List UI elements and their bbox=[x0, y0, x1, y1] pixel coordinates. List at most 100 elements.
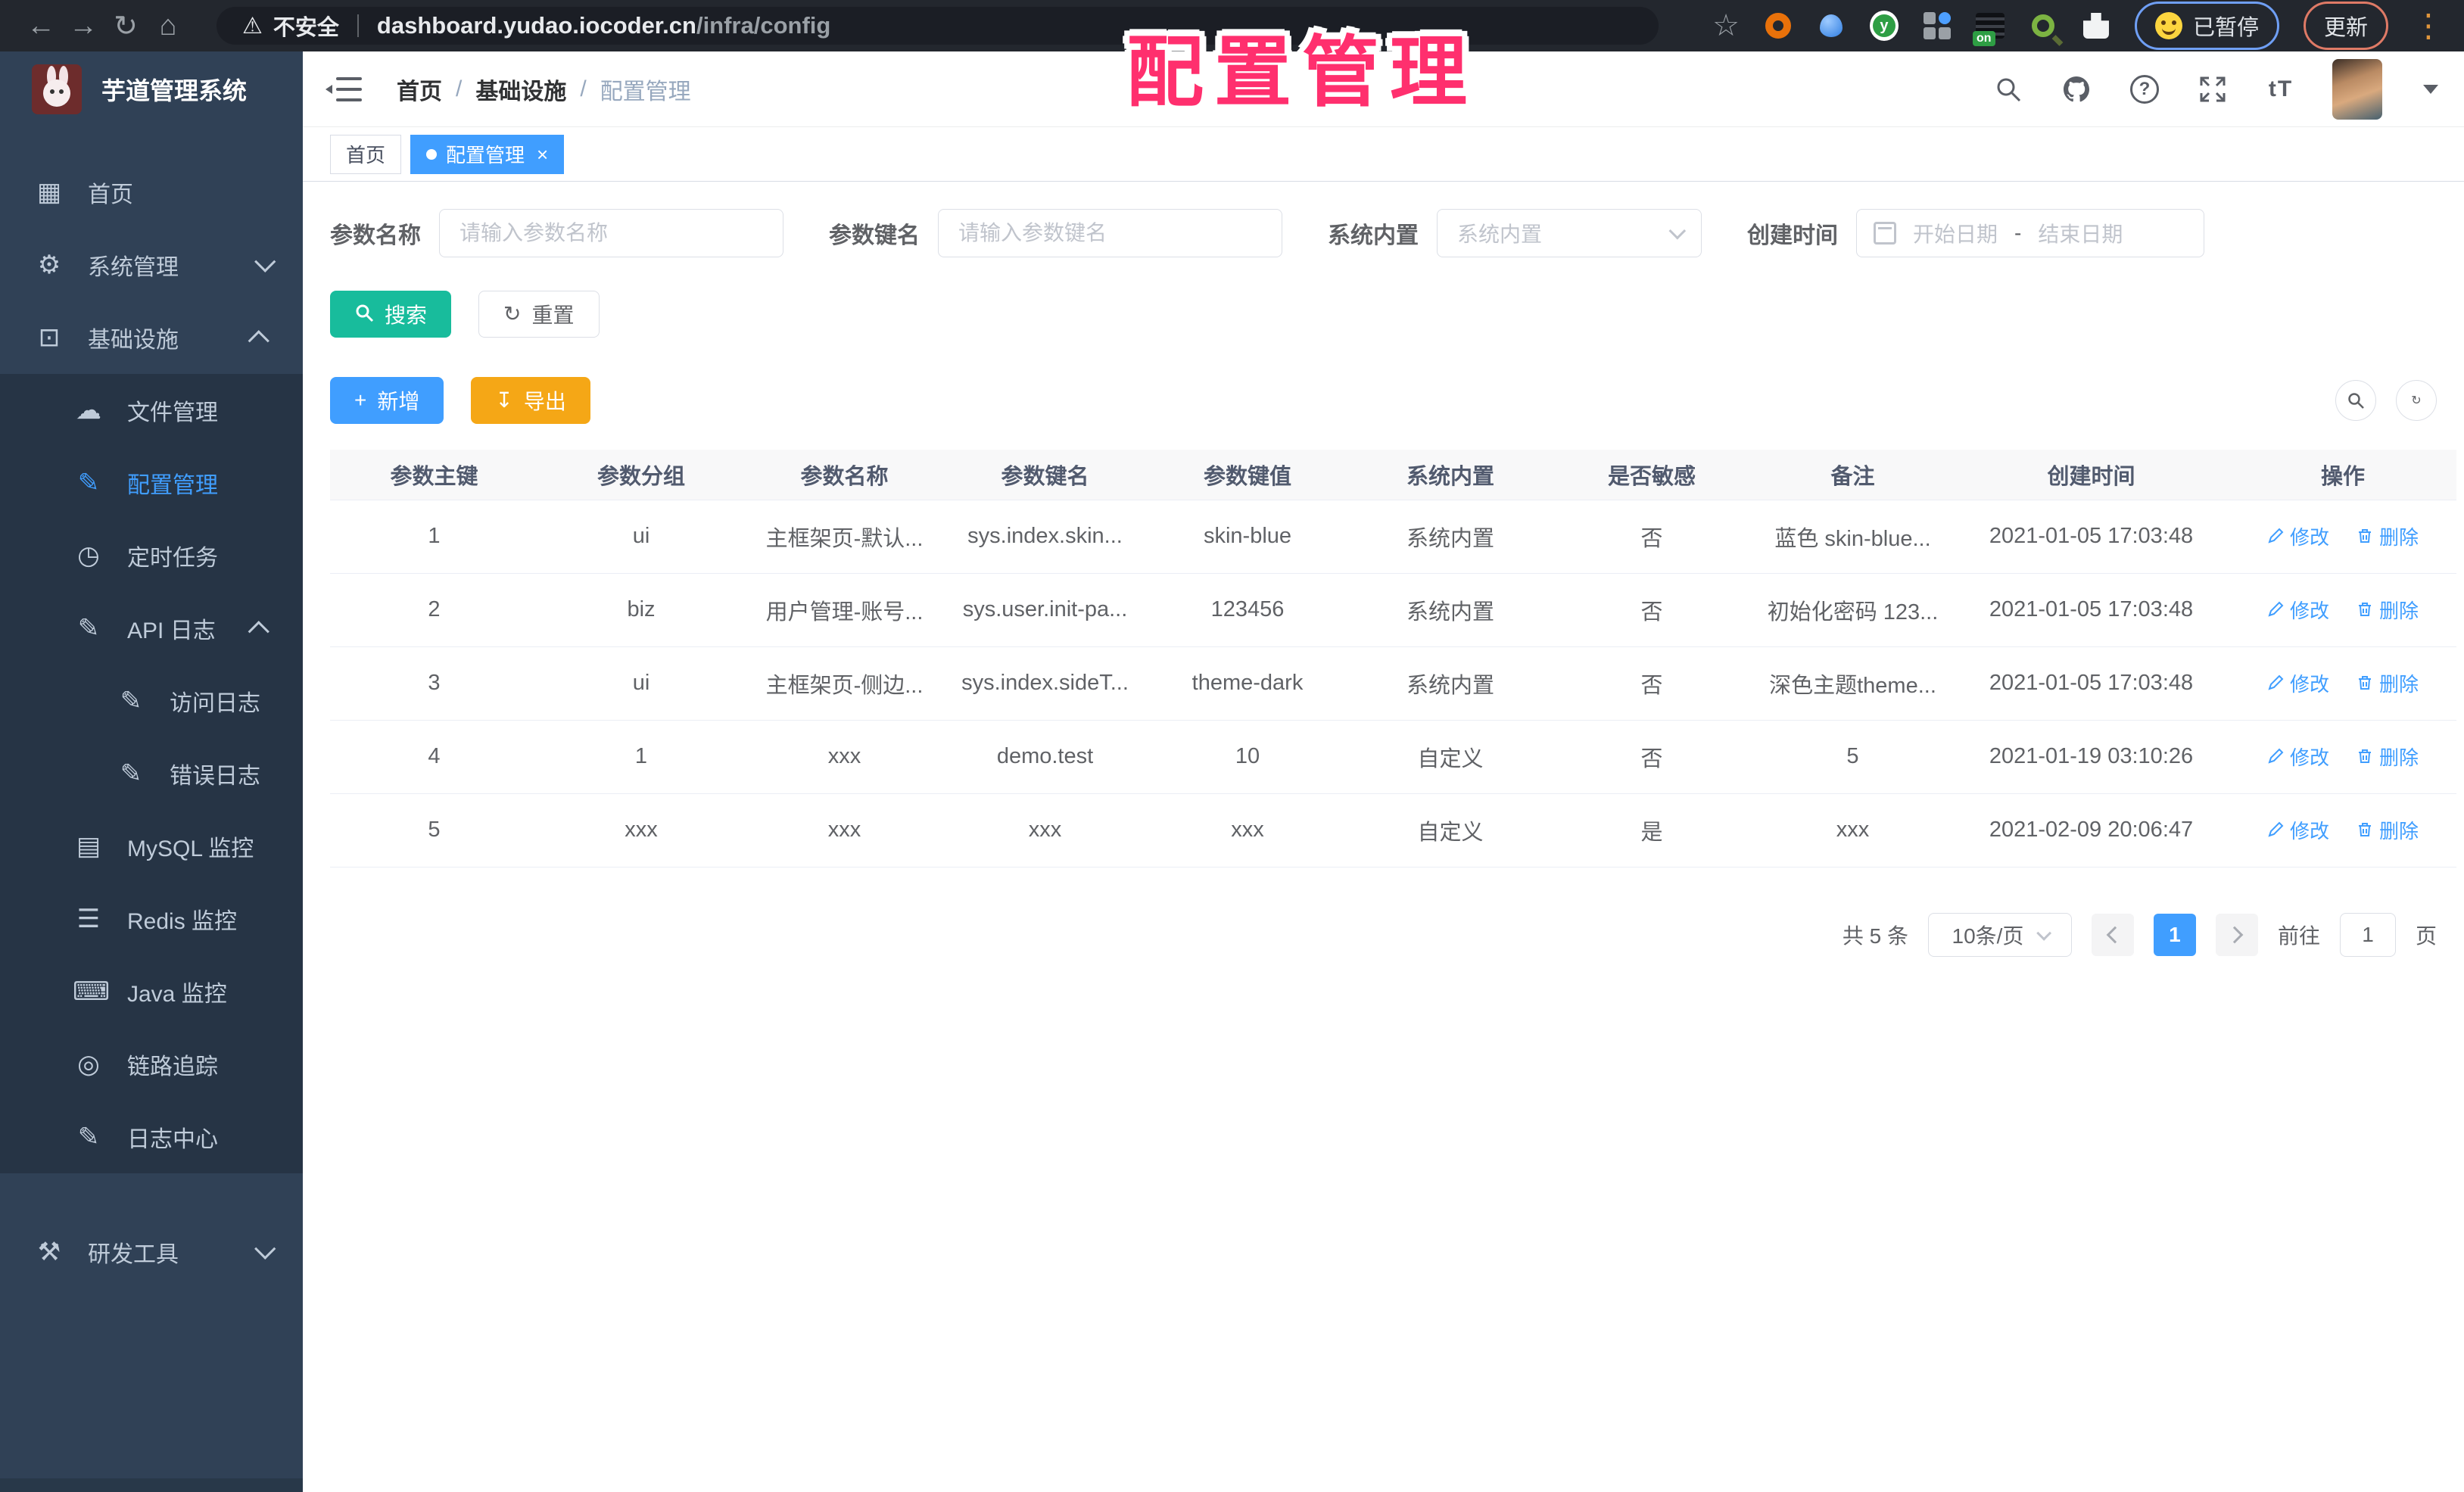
sidebar-item-label: 研发工具 bbox=[88, 1242, 179, 1267]
cell-value: skin-blue bbox=[1145, 500, 1350, 574]
extension-switch-icon[interactable]: on bbox=[1972, 11, 2005, 46]
sidebar-item-api-logs[interactable]: ✎ API 日志 bbox=[0, 592, 303, 665]
update-button[interactable]: 更新 bbox=[2303, 2, 2388, 50]
sidebar-item-access-logs[interactable]: ✎ 访问日志 bbox=[0, 665, 303, 737]
extension-grid-icon[interactable] bbox=[1923, 11, 1952, 40]
security-label: 不安全 bbox=[273, 16, 339, 40]
paused-pill[interactable]: 已暂停 bbox=[2134, 2, 2279, 50]
sidebar-item-home[interactable]: ▦ 首页 bbox=[0, 156, 303, 229]
sidebar-item-trace[interactable]: ◎ 链路追踪 bbox=[0, 1028, 303, 1101]
cell-group: ui bbox=[538, 500, 744, 574]
delete-link[interactable]: 删除 bbox=[2357, 522, 2419, 550]
search-button-label: 搜索 bbox=[385, 304, 428, 327]
col-param-key: 参数键名 bbox=[945, 450, 1145, 500]
extensions-puzzle-icon[interactable] bbox=[2082, 11, 2110, 40]
extension-magnifier-icon[interactable] bbox=[2029, 11, 2057, 40]
dashboard-icon: ▦ bbox=[36, 178, 62, 207]
fullscreen-icon[interactable] bbox=[2196, 73, 2229, 106]
pagination: 共 5 条 10条/页 1 前往 页 bbox=[330, 912, 2437, 957]
search-button[interactable]: 搜索 bbox=[330, 291, 452, 338]
extension-pin-icon[interactable] bbox=[1817, 11, 1846, 40]
add-button[interactable]: + 新增 bbox=[330, 377, 444, 424]
prev-page-button[interactable] bbox=[2091, 913, 2134, 956]
sidebar-item-label: 基础设施 bbox=[88, 328, 179, 353]
sidebar-item-java-monitor[interactable]: ⌨ Java 监控 bbox=[0, 955, 303, 1028]
sidebar-item-system-management[interactable]: ⚙ 系统管理 bbox=[0, 229, 303, 301]
delete-link[interactable]: 删除 bbox=[2357, 596, 2419, 624]
cell-id: 1 bbox=[330, 500, 538, 574]
browser-menu-kebab-icon[interactable]: ⋮ bbox=[2413, 10, 2444, 42]
edit-link[interactable]: 修改 bbox=[2267, 596, 2329, 624]
tab-config-management[interactable]: 配置管理 × bbox=[410, 134, 565, 174]
delete-link[interactable]: 删除 bbox=[2357, 743, 2419, 771]
sidebar-item-scheduled-jobs[interactable]: ◷ 定时任务 bbox=[0, 519, 303, 592]
param-key-input[interactable] bbox=[938, 209, 1282, 257]
sidebar-collapse-icon[interactable] bbox=[326, 76, 362, 103]
sidebar-item-dev-tools[interactable]: ⚒ 研发工具 bbox=[0, 1216, 303, 1288]
page-size-select[interactable]: 10条/页 bbox=[1927, 912, 2072, 957]
builtin-select[interactable]: 系统内置 bbox=[1437, 209, 1702, 257]
goto-page-input[interactable] bbox=[2339, 912, 2396, 957]
github-icon[interactable] bbox=[2060, 73, 2093, 106]
cell-sensitive: 否 bbox=[1551, 646, 1752, 721]
breadcrumb-home[interactable]: 首页 bbox=[397, 73, 442, 106]
extension-orange-icon[interactable] bbox=[1764, 11, 1793, 40]
delete-link[interactable]: 删除 bbox=[2357, 669, 2419, 697]
sidebar-item-mysql-monitor[interactable]: ▤ MySQL 监控 bbox=[0, 810, 303, 883]
tab-home[interactable]: 首页 bbox=[330, 134, 402, 174]
col-actions: 操作 bbox=[2229, 450, 2456, 500]
filter-buttons: 搜索 ↻ 重置 bbox=[330, 291, 2437, 338]
user-avatar[interactable] bbox=[2332, 58, 2382, 120]
cell-value: theme-dark bbox=[1145, 646, 1350, 721]
edit-square-icon: ✎ bbox=[77, 469, 100, 497]
param-name-input[interactable] bbox=[439, 209, 783, 257]
sidebar-item-label: MySQL 监控 bbox=[127, 836, 254, 861]
cell-group: xxx bbox=[538, 793, 744, 867]
sidebar-item-config-management[interactable]: ✎ 配置管理 bbox=[0, 447, 303, 519]
page-unit-label: 页 bbox=[2415, 924, 2437, 948]
export-button[interactable]: ↧ 导出 bbox=[471, 377, 590, 424]
extension-green-y-icon[interactable]: y bbox=[1869, 11, 1899, 41]
browser-back-icon[interactable]: ← bbox=[20, 10, 62, 42]
edit-link[interactable]: 修改 bbox=[2267, 816, 2329, 844]
close-icon[interactable]: × bbox=[537, 145, 548, 164]
cell-value: 10 bbox=[1145, 720, 1350, 794]
avatar-caret-down-icon[interactable] bbox=[2423, 84, 2438, 94]
browser-reload-icon[interactable]: ↻ bbox=[104, 9, 147, 43]
next-page-button[interactable] bbox=[2215, 913, 2258, 956]
edit-link[interactable]: 修改 bbox=[2267, 669, 2329, 697]
sidebar-logo-row[interactable]: 芋道管理系统 bbox=[0, 51, 303, 127]
sidebar-item-label: 文件管理 bbox=[127, 400, 218, 425]
col-param-id: 参数主键 bbox=[330, 450, 538, 500]
sidebar-item-file-management[interactable]: ☁ 文件管理 bbox=[0, 374, 303, 447]
download-icon: ↧ bbox=[495, 388, 513, 412]
date-range-picker[interactable]: 开始日期 - 结束日期 bbox=[1856, 209, 2204, 257]
cell-remark: 初始化密码 123... bbox=[1752, 573, 1953, 647]
sidebar-item-error-logs[interactable]: ✎ 错误日志 bbox=[0, 737, 303, 810]
col-created: 创建时间 bbox=[1953, 450, 2229, 500]
col-builtin: 系统内置 bbox=[1350, 450, 1551, 500]
edit-link[interactable]: 修改 bbox=[2267, 743, 2329, 771]
browser-forward-icon[interactable]: → bbox=[62, 10, 104, 42]
pagination-total: 共 5 条 bbox=[1842, 924, 1908, 948]
sidebar-item-log-center[interactable]: ✎ 日志中心 bbox=[0, 1101, 303, 1173]
col-param-value: 参数键值 bbox=[1145, 450, 1350, 500]
browser-home-icon[interactable]: ⌂ bbox=[147, 10, 189, 42]
breadcrumb-infrastructure[interactable]: 基础设施 bbox=[475, 73, 566, 106]
help-icon[interactable]: ? bbox=[2128, 73, 2161, 106]
edit-link[interactable]: 修改 bbox=[2267, 522, 2329, 550]
sidebar-item-redis-monitor[interactable]: ☰ Redis 监控 bbox=[0, 883, 303, 955]
font-size-icon[interactable]: tT bbox=[2264, 73, 2297, 106]
refresh-table-button[interactable]: ↻ bbox=[2396, 380, 2437, 421]
delete-link[interactable]: 删除 bbox=[2357, 816, 2419, 844]
filter-name-label: 参数名称 bbox=[330, 223, 421, 248]
search-icon[interactable] bbox=[1992, 73, 2025, 106]
cell-name: 主框架页-默认... bbox=[744, 500, 945, 574]
current-page-button[interactable]: 1 bbox=[2153, 913, 2196, 956]
toggle-search-button[interactable] bbox=[2335, 380, 2376, 421]
bookmark-star-icon[interactable]: ☆ bbox=[1712, 8, 1740, 43]
reset-button[interactable]: ↻ 重置 bbox=[478, 291, 600, 338]
chevron-down-icon bbox=[1668, 222, 1687, 240]
sidebar-item-infrastructure[interactable]: ⊡ 基础设施 bbox=[0, 301, 303, 374]
cell-created: 2021-01-05 17:03:48 bbox=[1953, 646, 2229, 721]
